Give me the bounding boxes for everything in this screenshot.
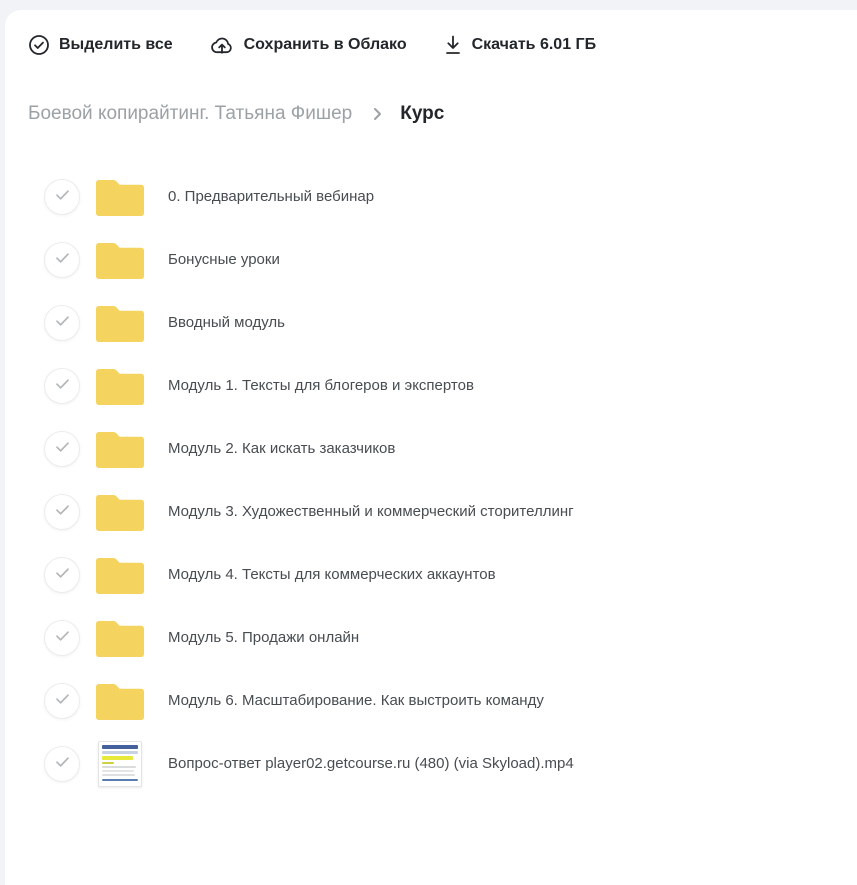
file-row[interactable]: Вопрос-ответ player02.getcourse.ru (480)…: [5, 732, 857, 795]
check-icon: [55, 755, 70, 773]
folder-icon: [96, 241, 144, 279]
file-name[interactable]: Модуль 3. Художественный и коммерческий …: [168, 503, 574, 520]
file-name[interactable]: Модуль 4. Тексты для коммерческих аккаун…: [168, 566, 496, 583]
folder-icon: [96, 619, 144, 657]
select-all-button[interactable]: Выделить все: [28, 34, 173, 56]
file-row[interactable]: Модуль 4. Тексты для коммерческих аккаун…: [5, 543, 857, 606]
file-name[interactable]: Модуль 2. Как искать заказчиков: [168, 440, 395, 457]
check-icon: [55, 629, 70, 647]
row-checkbox[interactable]: [44, 179, 80, 215]
file-row[interactable]: 0. Предварительный вебинар: [5, 165, 857, 228]
check-icon: [55, 692, 70, 710]
row-checkbox[interactable]: [44, 494, 80, 530]
check-icon: [55, 440, 70, 458]
file-name[interactable]: 0. Предварительный вебинар: [168, 188, 374, 205]
cloud-upload-icon: [209, 34, 235, 56]
file-row[interactable]: Вводный модуль: [5, 291, 857, 354]
row-checkbox[interactable]: [44, 683, 80, 719]
file-icon-slot: [96, 425, 144, 473]
row-checkbox[interactable]: [44, 368, 80, 404]
download-button[interactable]: Скачать 6.01 ГБ: [443, 34, 597, 56]
select-all-label: Выделить все: [59, 36, 173, 54]
check-icon: [55, 314, 70, 332]
file-name[interactable]: Вопрос-ответ player02.getcourse.ru (480)…: [168, 755, 574, 772]
check-icon: [55, 503, 70, 521]
breadcrumb: Боевой копирайтинг. Татьяна Фишер Курс: [5, 102, 857, 125]
file-icon-slot: [96, 299, 144, 347]
check-circle-icon: [28, 34, 50, 56]
row-checkbox[interactable]: [44, 431, 80, 467]
check-icon: [55, 566, 70, 584]
toolbar: Выделить все Сохранить в Облако Скачать …: [5, 10, 857, 58]
check-icon: [55, 188, 70, 206]
file-row[interactable]: Модуль 6. Масштабирование. Как выстроить…: [5, 669, 857, 732]
row-checkbox[interactable]: [44, 305, 80, 341]
file-row[interactable]: Модуль 2. Как искать заказчиков: [5, 417, 857, 480]
folder-icon: [96, 304, 144, 342]
file-name[interactable]: Модуль 6. Масштабирование. Как выстроить…: [168, 692, 544, 709]
file-row[interactable]: Модуль 5. Продажи онлайн: [5, 606, 857, 669]
content-card: Выделить все Сохранить в Облако Скачать …: [5, 10, 857, 885]
row-checkbox[interactable]: [44, 557, 80, 593]
file-name[interactable]: Модуль 1. Тексты для блогеров и эксперто…: [168, 377, 474, 394]
save-to-cloud-label: Сохранить в Облако: [244, 36, 407, 54]
folder-icon: [96, 367, 144, 405]
chevron-right-icon: [372, 106, 383, 122]
row-checkbox[interactable]: [44, 242, 80, 278]
breadcrumb-current: Курс: [400, 103, 444, 125]
folder-icon: [96, 178, 144, 216]
row-checkbox[interactable]: [44, 620, 80, 656]
file-name[interactable]: Бонусные уроки: [168, 251, 280, 268]
folder-icon: [96, 682, 144, 720]
row-checkbox[interactable]: [44, 746, 80, 782]
file-icon-slot: [96, 614, 144, 662]
folder-icon: [96, 493, 144, 531]
check-icon: [55, 377, 70, 395]
download-icon: [443, 34, 463, 56]
check-icon: [55, 251, 70, 269]
file-row[interactable]: Бонусные уроки: [5, 228, 857, 291]
breadcrumb-parent[interactable]: Боевой копирайтинг. Татьяна Фишер: [28, 103, 352, 125]
download-label: Скачать 6.01 ГБ: [472, 36, 597, 54]
video-thumbnail-icon: [98, 741, 142, 787]
file-icon-slot: [96, 551, 144, 599]
file-name[interactable]: Вводный модуль: [168, 314, 285, 331]
file-icon-slot: [96, 677, 144, 725]
file-icon-slot: [96, 740, 144, 788]
file-row[interactable]: Модуль 3. Художественный и коммерческий …: [5, 480, 857, 543]
save-to-cloud-button[interactable]: Сохранить в Облако: [209, 34, 407, 56]
file-icon-slot: [96, 488, 144, 536]
file-list: 0. Предварительный вебинар: [5, 165, 857, 795]
file-icon-slot: [96, 362, 144, 410]
file-icon-slot: [96, 236, 144, 284]
file-name[interactable]: Модуль 5. Продажи онлайн: [168, 629, 359, 646]
file-icon-slot: [96, 173, 144, 221]
folder-icon: [96, 430, 144, 468]
folder-icon: [96, 556, 144, 594]
file-row[interactable]: Модуль 1. Тексты для блогеров и эксперто…: [5, 354, 857, 417]
